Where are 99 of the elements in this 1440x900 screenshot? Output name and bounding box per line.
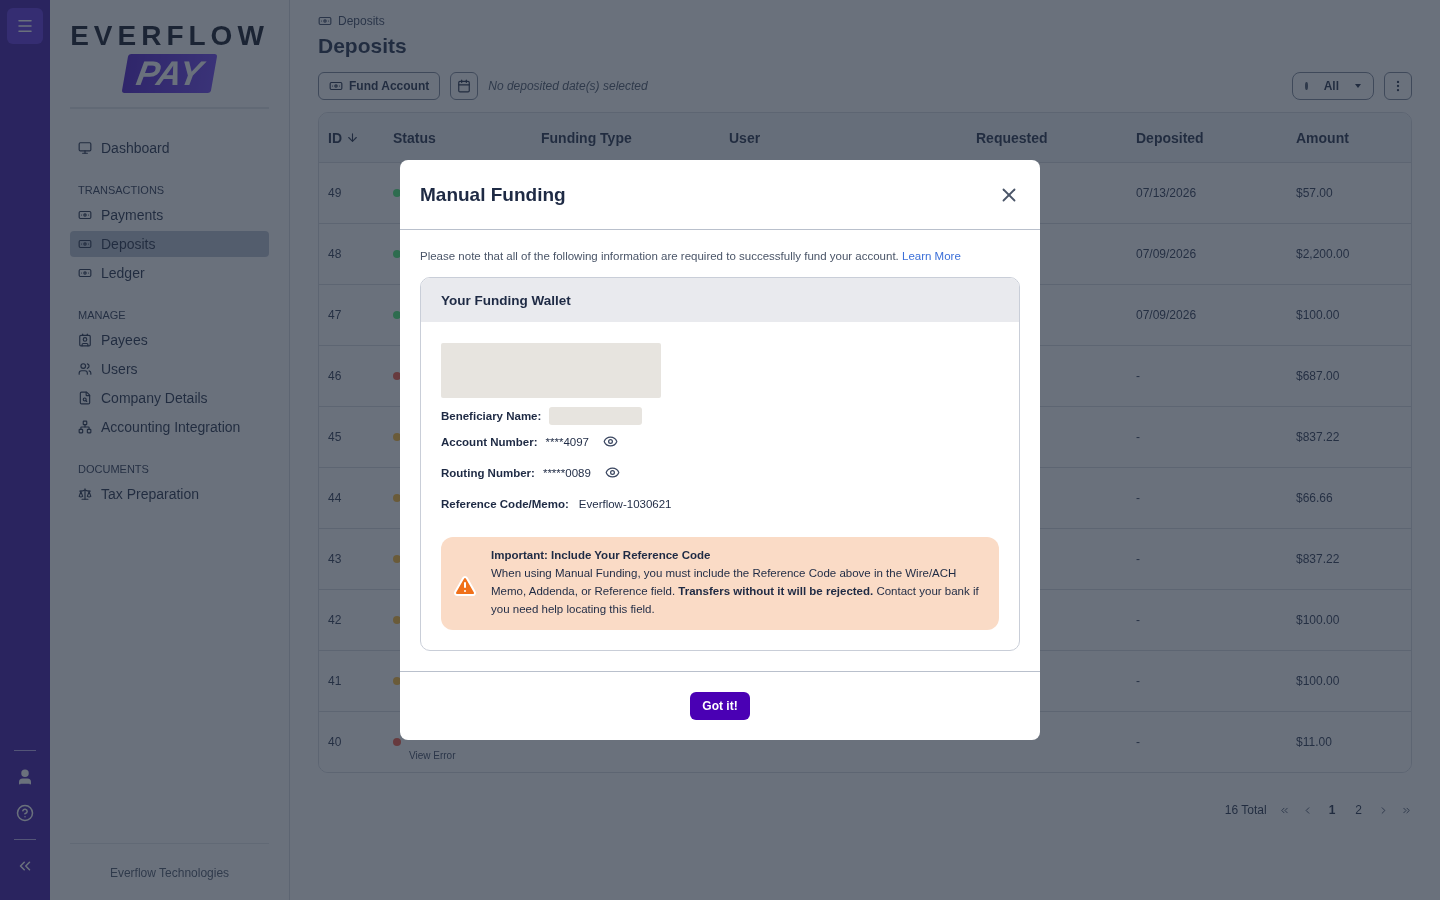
table-cell-text: 07/09/2026	[1136, 308, 1198, 322]
column-header: Status	[393, 129, 437, 146]
table-cell-text: -	[1136, 735, 1141, 749]
fund-account-button[interactable]: Fund Account	[318, 72, 441, 100]
sidebar-item[interactable]: Payees	[70, 327, 269, 353]
column-header: Deposited	[1136, 129, 1205, 146]
table-cell-text: $837.22	[1296, 552, 1341, 566]
got-it-button[interactable]: Got it!	[690, 692, 750, 720]
calendar-icon	[457, 79, 472, 93]
table-cell-text: 49	[328, 186, 343, 200]
table-cell-text: $11.00	[1296, 735, 1333, 749]
field-label: Routing Number:	[441, 466, 535, 479]
page-button[interactable]: 2	[1351, 803, 1366, 817]
banknote-icon	[318, 14, 332, 28]
status-filter[interactable]: All	[1292, 72, 1374, 100]
banknote-icon	[78, 237, 92, 251]
alert-title: Important: Include Your Reference Code	[491, 549, 712, 561]
table-cell-text: -	[1136, 613, 1141, 627]
field-label: Reference Code/Memo:	[441, 497, 569, 510]
banknote-icon	[329, 79, 343, 93]
section-heading: MANAGE	[78, 309, 127, 321]
section-heading: DOCUMENTS	[78, 463, 150, 475]
reveal-button[interactable]	[602, 434, 618, 449]
card-title: Your Funding Wallet	[421, 278, 1019, 322]
table-cell-text: 43	[328, 552, 343, 566]
table-cell-text: 47	[328, 308, 343, 322]
scale-icon	[78, 487, 92, 501]
sidebar-item[interactable]: Dashboard	[70, 135, 269, 161]
file-search-icon	[78, 391, 92, 405]
more-button[interactable]	[1384, 72, 1412, 100]
column-header: Amount	[1296, 129, 1350, 146]
table-cell-text: -	[1136, 674, 1141, 688]
table-cell-text: 07/09/2026	[1136, 247, 1198, 261]
contact-card-icon	[78, 333, 92, 347]
table-cell-text: $687.00	[1296, 369, 1341, 383]
column-header: Requested	[976, 129, 1049, 146]
column-header[interactable]: ID	[328, 129, 393, 146]
banknote-icon	[78, 266, 92, 280]
table-cell-text: 42	[328, 613, 343, 627]
monitor-icon	[78, 141, 92, 155]
total-count: 16 Total	[1224, 803, 1267, 817]
logo-badge: PAY	[121, 54, 218, 93]
table-cell-text: 40	[328, 735, 343, 749]
sort-arrow-icon	[346, 131, 359, 144]
sidebar-item[interactable]: Accounting Integration	[70, 414, 269, 440]
table-cell-text: -	[1136, 369, 1141, 383]
breadcrumb: Deposits	[338, 14, 385, 28]
help-icon	[16, 804, 34, 822]
table-cell-text: $66.66	[1296, 491, 1334, 505]
column-header: User	[729, 129, 762, 146]
table-cell-text: $837.22	[1296, 430, 1341, 444]
table-cell-text: $57.00	[1296, 186, 1334, 200]
table-cell-text: -	[1136, 430, 1141, 444]
eye-icon	[602, 434, 618, 449]
logo-wordmark: EVERFLOW	[70, 20, 269, 52]
network-icon	[78, 420, 92, 434]
sidebar-item[interactable]: Payments	[70, 202, 269, 228]
menu-icon	[16, 17, 34, 35]
footer-text: Everflow Technologies	[70, 843, 269, 880]
page-title: Deposits	[318, 34, 408, 58]
dialog-title: Manual Funding	[420, 183, 566, 206]
field-value: Everflow-1030621	[578, 497, 672, 510]
section-heading: TRANSACTIONS	[78, 184, 166, 196]
field-label: Beneficiary Name:	[441, 410, 542, 422]
table-cell-text: 07/13/2026	[1136, 186, 1198, 200]
table-cell-text: $100.00	[1296, 613, 1341, 627]
view-error-link[interactable]: View Error	[409, 750, 456, 761]
field-value: ****4097	[545, 435, 589, 448]
table-cell-text: 41	[328, 674, 343, 688]
field-label: Account Number:	[441, 435, 538, 448]
table-cell-text: $100.00	[1296, 308, 1341, 322]
calendar-button[interactable]	[450, 72, 479, 100]
page-button[interactable]: 1	[1324, 803, 1340, 817]
table-cell-text: -	[1136, 552, 1141, 566]
info-text: Please note that all of the following information are required to successfully fund your account. Learn More	[420, 250, 962, 262]
users-icon	[78, 362, 92, 376]
reveal-button[interactable]	[604, 465, 620, 480]
person-icon	[16, 768, 34, 786]
sidebar-item[interactable]: Tax Preparation	[70, 481, 269, 507]
sidebar-item[interactable]: Ledger	[70, 260, 269, 286]
table-cell-text: 44	[328, 491, 343, 505]
table-cell-text: -	[1136, 491, 1141, 505]
sidebar-item[interactable]: Company Details	[70, 385, 269, 411]
table-cell-text: $100.00	[1296, 674, 1341, 688]
learn-more-link[interactable]: Learn More	[902, 250, 961, 262]
table-cell-text: 48	[328, 247, 343, 261]
banknote-icon	[78, 208, 92, 222]
table-cell-text: 46	[328, 369, 343, 383]
field-value: *****0089	[542, 466, 591, 479]
column-header: Funding Type	[541, 129, 633, 146]
table-cell-text: $2,200.00	[1296, 247, 1351, 261]
warning-icon	[453, 574, 477, 598]
menu-button[interactable]	[7, 8, 43, 44]
table-cell-text: 45	[328, 430, 343, 444]
alert-text: When using Manual Funding, you must include the Reference Code above in the Wire/ACH Memo, Addenda, or Reference field. Transfers without it will be rejected. Contact your bank if you need help locating this field.	[491, 566, 980, 617]
sidebar-item[interactable]: Users	[70, 356, 269, 382]
dot-icon	[1305, 82, 1308, 90]
eye-icon	[604, 465, 620, 480]
date-hint: No deposited date(s) selected	[488, 79, 648, 93]
